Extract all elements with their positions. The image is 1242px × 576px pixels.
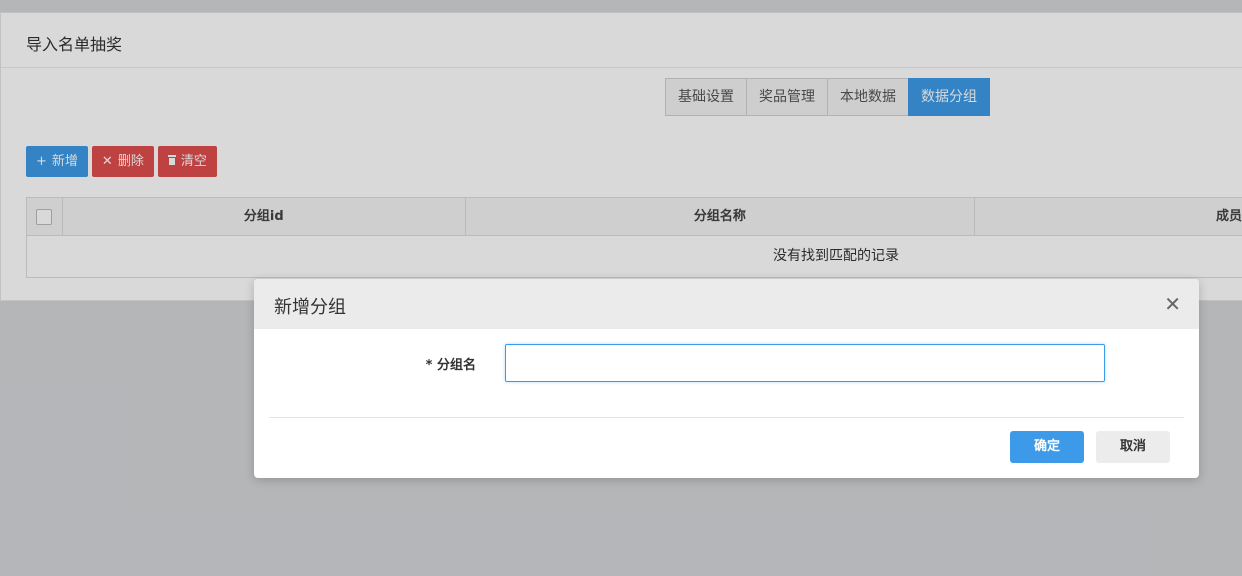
add-group-dialog: 新增分组 ✕ * 分组名 确定 取消 [254, 279, 1199, 478]
dialog-footer: 确定 取消 [1010, 431, 1170, 463]
confirm-button[interactable]: 确定 [1010, 431, 1084, 463]
dialog-header: 新增分组 ✕ [254, 279, 1199, 329]
dialog-divider [269, 417, 1184, 418]
cancel-button[interactable]: 取消 [1096, 431, 1170, 463]
close-icon[interactable]: ✕ [1164, 292, 1181, 316]
group-name-label: * 分组名 [425, 358, 476, 373]
dialog-title: 新增分组 [274, 297, 346, 318]
group-name-input[interactable] [505, 344, 1105, 382]
group-name-row: * 分组名 [254, 344, 1199, 382]
